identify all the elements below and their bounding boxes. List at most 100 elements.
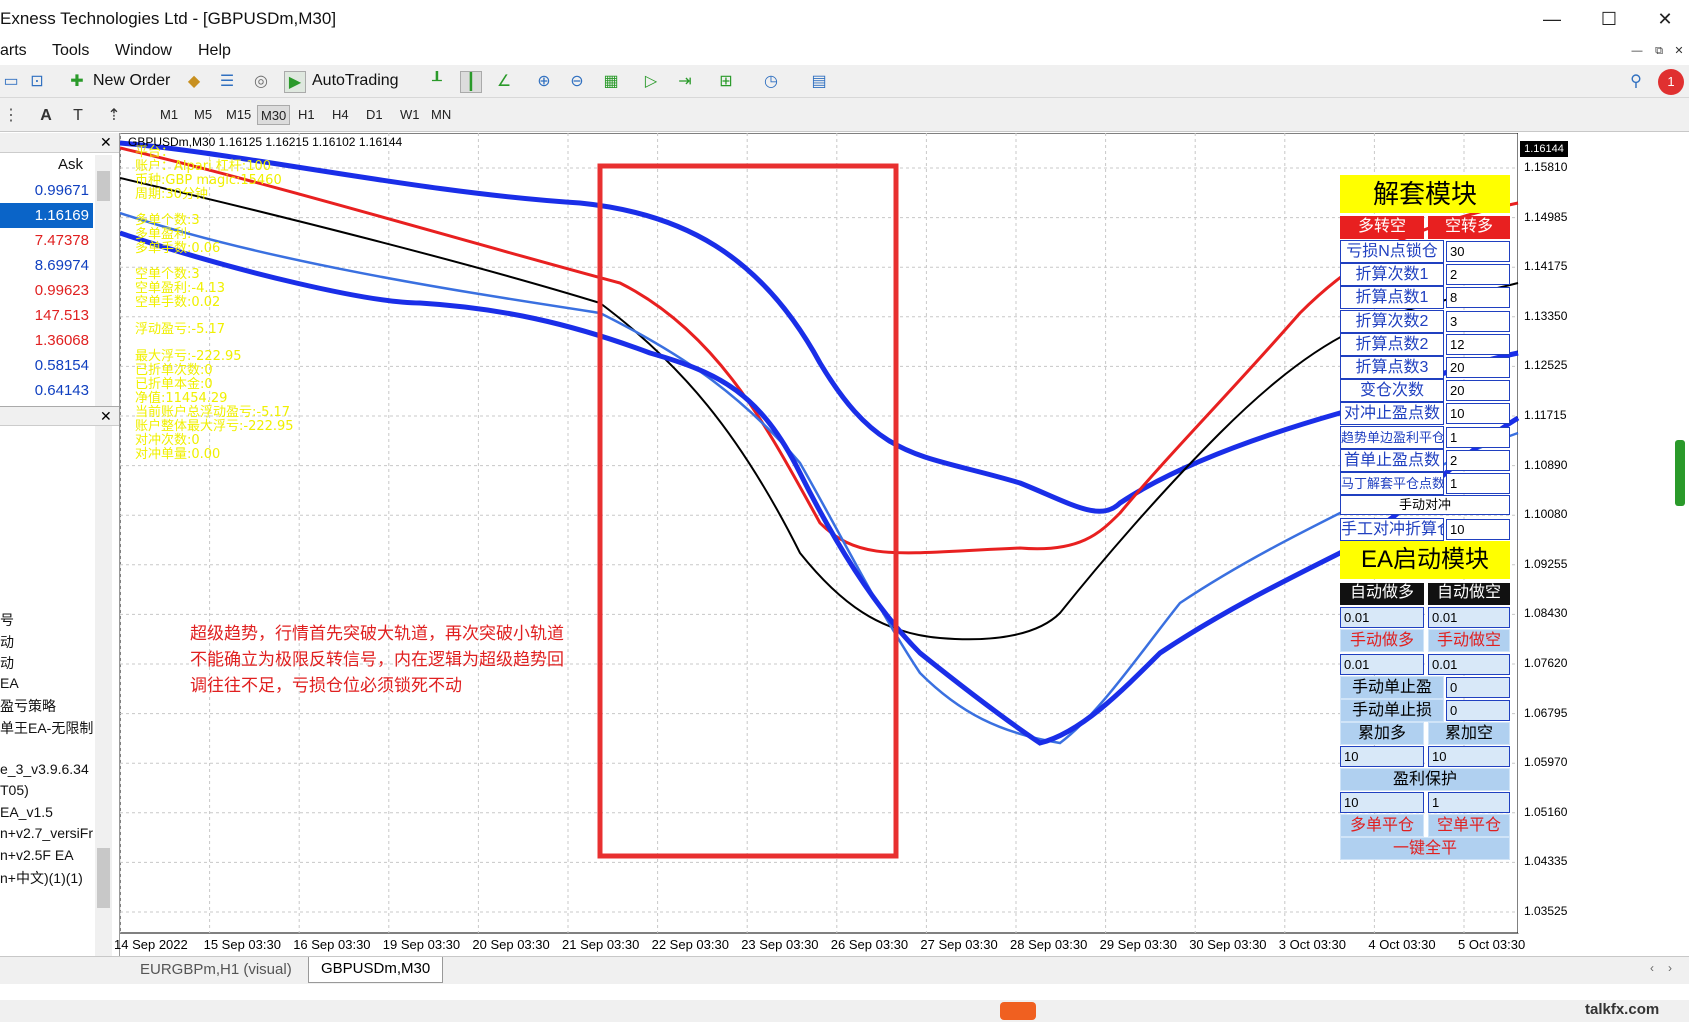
- new-order-button[interactable]: New Order: [93, 72, 170, 90]
- tile-windows-icon[interactable]: ▦: [600, 71, 622, 93]
- menu-tools[interactable]: Tools: [52, 42, 89, 60]
- manual-take-profit-input[interactable]: 0: [1446, 677, 1510, 698]
- bar-chart-icon[interactable]: ┸: [426, 71, 448, 93]
- add-long-input[interactable]: 10: [1340, 746, 1424, 767]
- navigator-item[interactable]: 号: [0, 610, 14, 630]
- add-long-button[interactable]: 累加多: [1340, 722, 1424, 745]
- close-short-button[interactable]: 空单平仓: [1428, 814, 1510, 837]
- zoom-in-icon[interactable]: ⊕: [533, 71, 555, 93]
- quote-ask-value[interactable]: 8.69974: [0, 253, 93, 278]
- ea-setting-input[interactable]: 10: [1446, 403, 1510, 425]
- quote-ask-value[interactable]: 0.64143: [0, 378, 93, 403]
- auto-long-lot-input[interactable]: 0.01: [1340, 607, 1424, 628]
- mdi-restore-button[interactable]: ⧉: [1650, 42, 1668, 60]
- quote-ask-value[interactable]: 7.47378: [0, 228, 93, 253]
- auto-scroll-icon[interactable]: ▷: [640, 71, 662, 93]
- mdi-close-button[interactable]: ✕: [1670, 42, 1688, 60]
- quote-ask-value[interactable]: 147.513: [0, 303, 93, 328]
- manual-long-lot-input[interactable]: 0.01: [1340, 654, 1424, 675]
- manual-short-lot-input[interactable]: 0.01: [1428, 654, 1510, 675]
- periods-icon[interactable]: ◷: [760, 71, 782, 93]
- ea-setting-input[interactable]: 12: [1446, 333, 1510, 355]
- chart-window-icon[interactable]: ⊡: [26, 71, 48, 93]
- ask-column-header[interactable]: Ask: [58, 156, 83, 173]
- close-long-button[interactable]: 多单平仓: [1340, 814, 1424, 837]
- manual-hedge-input[interactable]: 10: [1446, 519, 1510, 540]
- navigator-item[interactable]: 动: [0, 632, 14, 652]
- manual-hedge-button[interactable]: 手动对冲: [1340, 495, 1510, 515]
- menu-charts[interactable]: arts: [0, 42, 27, 60]
- maximize-button[interactable]: ☐: [1594, 4, 1624, 34]
- autotrading-button[interactable]: AutoTrading: [312, 72, 399, 90]
- menu-help[interactable]: Help: [198, 42, 231, 60]
- navigator-item[interactable]: e_3_v3.9.6.34: [0, 761, 89, 777]
- navigator-item[interactable]: n+中文)(1)(1): [0, 868, 83, 888]
- protect-value-2-input[interactable]: 1: [1428, 792, 1510, 813]
- navigator-item[interactable]: T05): [0, 782, 29, 798]
- ea-setting-input[interactable]: 3: [1446, 310, 1510, 332]
- tab-gbpusd[interactable]: GBPUSDm,M30: [308, 957, 444, 983]
- ea-setting-input[interactable]: 30: [1446, 241, 1510, 262]
- ea-setting-input[interactable]: 2: [1446, 264, 1510, 286]
- zoom-out-icon[interactable]: ⊖: [566, 71, 588, 93]
- protect-value-1-input[interactable]: 10: [1340, 792, 1424, 813]
- timeframe-h4[interactable]: H4: [329, 105, 352, 125]
- timeframe-w1[interactable]: W1: [397, 105, 423, 125]
- add-short-input[interactable]: 10: [1428, 746, 1510, 767]
- ime-icon[interactable]: [1000, 1002, 1036, 1020]
- navigator-close-icon[interactable]: ✕: [100, 408, 112, 425]
- vertical-scroll-indicator[interactable]: [1675, 440, 1685, 506]
- timeframe-m5[interactable]: M5: [191, 105, 215, 125]
- navigator-item[interactable]: EA: [0, 675, 19, 691]
- arrows-icon[interactable]: ⇡: [103, 105, 125, 127]
- navigator-item[interactable]: EA_v1.5: [0, 804, 53, 820]
- quote-ask-value[interactable]: 0.99623: [0, 278, 93, 303]
- text-tool-icon[interactable]: A: [35, 105, 57, 127]
- quote-ask-value[interactable]: 1.36068: [0, 328, 93, 353]
- scrollbar-thumb[interactable]: [97, 171, 110, 201]
- menu-window[interactable]: Window: [115, 42, 172, 60]
- navigator-item[interactable]: 盈亏策略: [0, 696, 56, 716]
- ea-setting-input[interactable]: 1: [1446, 473, 1510, 494]
- auto-short-lot-input[interactable]: 0.01: [1428, 607, 1510, 628]
- manual-stop-loss-input[interactable]: 0: [1446, 700, 1510, 721]
- manual-long-button[interactable]: 手动做多: [1340, 629, 1424, 652]
- timeframe-m1[interactable]: M1: [157, 105, 181, 125]
- tabs-scroll-right-icon[interactable]: ›: [1668, 961, 1672, 975]
- timeframe-m15[interactable]: M15: [223, 105, 254, 125]
- notifications-icon[interactable]: 1: [1658, 69, 1684, 95]
- navigator-item[interactable]: 单王EA-无限制: [0, 718, 93, 738]
- profit-protect-button[interactable]: 盈利保护: [1340, 768, 1510, 791]
- grid-lines-icon[interactable]: ⋮: [0, 105, 22, 127]
- timeframe-m30[interactable]: M30: [257, 105, 291, 125]
- close-all-button[interactable]: 一键全平: [1340, 837, 1510, 860]
- templates-icon[interactable]: ▤: [808, 71, 830, 93]
- market-watch-close-icon[interactable]: ✕: [100, 134, 112, 151]
- timeframe-h1[interactable]: H1: [295, 105, 318, 125]
- manual-short-button[interactable]: 手动做空: [1428, 629, 1510, 652]
- auto-long-button[interactable]: 自动做多: [1340, 583, 1424, 605]
- quote-ask-value[interactable]: 1.16169: [0, 203, 93, 228]
- long-to-short-button[interactable]: 多转空: [1340, 216, 1424, 239]
- indicators-icon[interactable]: ⊞: [715, 71, 737, 93]
- ea-setting-input[interactable]: 20: [1446, 380, 1510, 402]
- candlestick-icon[interactable]: ┃: [460, 71, 482, 93]
- navigator-item[interactable]: n+v2.7_versiFr: [0, 825, 93, 841]
- mdi-minimize-button[interactable]: —: [1628, 42, 1646, 60]
- auto-short-button[interactable]: 自动做空: [1428, 583, 1510, 605]
- navigator-item[interactable]: 动: [0, 653, 14, 673]
- ea-setting-input[interactable]: 8: [1446, 287, 1510, 309]
- timeframe-d1[interactable]: D1: [363, 105, 386, 125]
- ea-setting-input[interactable]: 1: [1446, 426, 1510, 448]
- add-short-button[interactable]: 累加空: [1428, 722, 1510, 745]
- navigator-scrollbar[interactable]: [95, 428, 112, 968]
- chart-shift-icon[interactable]: ⇥: [674, 71, 696, 93]
- strategy-tester-icon[interactable]: ◎: [250, 71, 272, 93]
- autotrading-icon[interactable]: ▶: [284, 71, 306, 93]
- timeframe-mn[interactable]: MN: [428, 105, 454, 125]
- quote-ask-value[interactable]: 0.58154: [0, 353, 93, 378]
- line-chart-icon[interactable]: ∠: [493, 71, 515, 93]
- navigator-scrollbar-thumb[interactable]: [97, 848, 110, 908]
- close-button[interactable]: ✕: [1650, 4, 1680, 34]
- metaeditor-icon[interactable]: ◆: [183, 71, 205, 93]
